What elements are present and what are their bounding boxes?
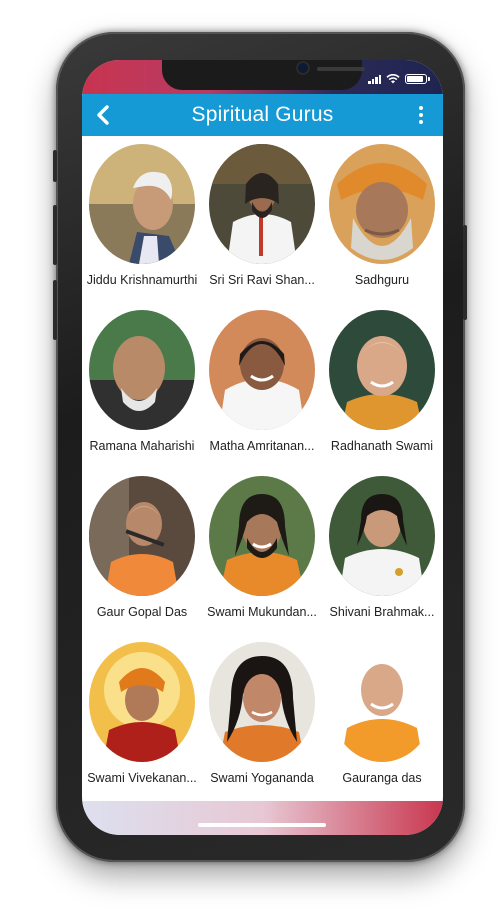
signal-icon — [368, 75, 381, 84]
guru-name: Swami Vivekanan... — [87, 771, 197, 785]
phone-side-button — [53, 205, 57, 265]
guru-card[interactable]: Sadhguru — [322, 144, 442, 287]
guru-name: Radhanath Swami — [330, 439, 434, 453]
home-indicator[interactable] — [198, 823, 326, 827]
guru-name: Gaur Gopal Das — [96, 605, 188, 619]
page-title: Spiritual Gurus — [191, 103, 334, 126]
guru-name: Swami Yogananda — [210, 771, 314, 785]
guru-avatar — [329, 642, 435, 762]
guru-avatar — [209, 476, 315, 596]
guru-avatar — [209, 144, 315, 264]
more-options-button[interactable] — [413, 102, 429, 128]
guru-grid: Jiddu Krishnamurthi Sri Sri Ravi Shan...… — [82, 144, 443, 785]
camera — [298, 63, 308, 73]
speaker — [317, 67, 365, 71]
guru-card[interactable]: Sri Sri Ravi Shan... — [202, 144, 322, 287]
guru-name: Shivani Brahmak... — [329, 605, 435, 619]
more-vert-icon — [419, 106, 423, 110]
guru-name: Matha Amritanan... — [209, 439, 315, 453]
guru-card[interactable]: Gaur Gopal Das — [82, 476, 202, 619]
phone-side-button — [463, 225, 467, 320]
guru-card[interactable]: Swami Mukundan... — [202, 476, 322, 619]
phone-side-button — [53, 150, 57, 182]
guru-name: Sadhguru — [354, 273, 410, 287]
guru-card[interactable]: Swami Vivekanan... — [82, 642, 202, 785]
guru-avatar — [209, 642, 315, 762]
guru-avatar — [209, 310, 315, 430]
guru-avatar — [89, 144, 195, 264]
guru-card[interactable]: Radhanath Swami — [322, 310, 442, 453]
notch — [162, 60, 365, 90]
app-bar: Spiritual Gurus — [82, 94, 443, 136]
wifi-icon — [386, 74, 400, 84]
guru-avatar — [89, 642, 195, 762]
guru-card[interactable]: Gauranga das — [322, 642, 442, 785]
guru-card[interactable]: Ramana Maharishi — [82, 310, 202, 453]
guru-card[interactable]: Jiddu Krishnamurthi — [82, 144, 202, 287]
guru-card[interactable]: Shivani Brahmak... — [322, 476, 442, 619]
guru-name: Swami Mukundan... — [207, 605, 317, 619]
guru-avatar — [329, 144, 435, 264]
guru-avatar — [89, 476, 195, 596]
guru-name: Gauranga das — [342, 771, 422, 785]
phone-side-button — [53, 280, 57, 340]
guru-card[interactable]: Matha Amritanan... — [202, 310, 322, 453]
battery-icon — [405, 74, 430, 84]
status-icons — [368, 73, 430, 84]
guru-card[interactable]: Swami Yogananda — [202, 642, 322, 785]
phone-screen: Spiritual Gurus Jiddu Krishnamurthi Sri … — [82, 60, 443, 835]
guru-avatar — [89, 310, 195, 430]
guru-name: Jiddu Krishnamurthi — [86, 273, 198, 287]
guru-avatar — [329, 310, 435, 430]
guru-avatar — [329, 476, 435, 596]
guru-name: Ramana Maharishi — [89, 439, 195, 453]
guru-name: Sri Sri Ravi Shan... — [209, 273, 315, 287]
status-bar — [82, 60, 443, 94]
home-area — [82, 801, 443, 835]
